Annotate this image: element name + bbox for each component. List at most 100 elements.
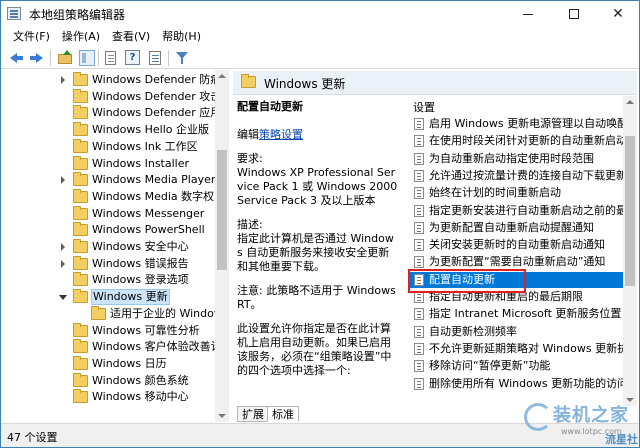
category-title: Windows 更新 bbox=[264, 77, 346, 91]
tree-item-label: Windows Installer bbox=[92, 156, 190, 170]
tree-item-label: Windows Media 数字权限 bbox=[92, 189, 226, 203]
settings-scrollbar[interactable] bbox=[623, 96, 637, 406]
tree-item-label: Windows Defender 应用程序 bbox=[92, 106, 229, 120]
setting-row[interactable]: 允许通过按流量计费的连接自动下载更新 bbox=[409, 168, 623, 184]
watermark-corner: 流星社区 bbox=[605, 433, 638, 446]
chevron-right-icon[interactable] bbox=[61, 76, 65, 84]
tree-item[interactable]: Windows Installer bbox=[1, 155, 215, 172]
minimize-button[interactable] bbox=[505, 1, 551, 27]
maximize-button[interactable] bbox=[551, 1, 597, 27]
tree-item[interactable]: Windows Media Player bbox=[1, 172, 215, 188]
chevron-down-icon[interactable] bbox=[59, 295, 67, 301]
filter-icon[interactable] bbox=[174, 50, 190, 66]
setting-label: 关闭安装更新时的自动重新启动通知 bbox=[429, 238, 605, 252]
menu-action[interactable]: 操作(A) bbox=[56, 27, 106, 47]
highlight-box bbox=[408, 269, 526, 293]
setting-row[interactable]: 为更新配置“需要自动重新启动”通知 bbox=[409, 254, 623, 270]
menu-bar: 文件(F) 操作(A) 查看(V) 帮助(H) bbox=[1, 27, 639, 47]
tree-item-label: Windows Media Player bbox=[92, 173, 216, 187]
setting-row[interactable]: 启用 Windows 更新电源管理以自动唤醒系统 bbox=[409, 116, 623, 132]
tree-item[interactable]: Windows 移动中心 bbox=[1, 389, 215, 405]
tree-item[interactable]: Windows Defender 防病毒 bbox=[1, 72, 228, 88]
watermark: 装机之家 www.lotpc.com 流星社区 bbox=[521, 399, 639, 447]
policy-extra: 此设置允许你指定是否在此计算机上启用自动更新。如果已启用该服务，必须在“组策略设… bbox=[237, 322, 392, 377]
folder-icon bbox=[73, 72, 88, 86]
tree-item[interactable]: Windows 安全中心 bbox=[1, 239, 215, 255]
tab-extended[interactable]: 扩展 bbox=[237, 406, 269, 422]
tree-item[interactable]: Windows 可靠性分析 bbox=[1, 322, 215, 339]
menu-help[interactable]: 帮助(H) bbox=[156, 27, 207, 47]
tree-item[interactable]: Windows 颜色系统 bbox=[1, 372, 215, 389]
setting-row[interactable]: 在使用时段关闭针对更新的自动重新启动 bbox=[409, 133, 623, 149]
tree-item-label: Windows Messenger bbox=[92, 206, 205, 220]
scroll-down-icon[interactable] bbox=[218, 414, 226, 418]
setting-label: 指定 Intranet Microsoft 更新服务位置 bbox=[429, 307, 622, 321]
edit-policy-link[interactable]: 策略设置 bbox=[259, 128, 303, 141]
folder-icon bbox=[91, 305, 106, 320]
help-icon[interactable]: ? bbox=[125, 50, 140, 65]
up-folder-icon[interactable] bbox=[57, 50, 73, 66]
folder-icon bbox=[73, 239, 88, 253]
folder-icon bbox=[73, 255, 88, 270]
folder-icon bbox=[73, 88, 88, 103]
setting-row[interactable]: 始终在计划的时间重新启动 bbox=[409, 185, 623, 201]
tree-item[interactable]: Windows 客户体验改善计划 bbox=[1, 339, 228, 355]
scroll-up-icon[interactable] bbox=[626, 100, 634, 104]
watermark-brand: 装机之家 bbox=[553, 405, 629, 426]
tree-item-label: Windows 移动中心 bbox=[92, 390, 189, 404]
setting-row[interactable]: 移除访问“暂停更新”功能 bbox=[409, 358, 623, 374]
menu-file[interactable]: 文件(F) bbox=[7, 27, 56, 47]
properties-icon[interactable] bbox=[147, 50, 163, 66]
category-header: Windows 更新 bbox=[233, 71, 637, 95]
description-text: 指定此计算机是否通过 Windows 自动更新服务来接收安全更新和其他重要下载。 bbox=[237, 232, 394, 273]
tree-item[interactable]: Windows Ink 工作区 bbox=[1, 138, 215, 155]
back-arrow-icon[interactable] bbox=[9, 50, 25, 66]
tree-scrollbar[interactable] bbox=[215, 70, 229, 422]
setting-row[interactable]: 删除使用所有 Windows 更新功能的访问权限 bbox=[409, 376, 623, 392]
policy-setting-icon bbox=[414, 256, 424, 269]
forward-arrow-icon[interactable] bbox=[28, 50, 44, 66]
tree-item[interactable]: Windows Messenger bbox=[1, 205, 215, 222]
folder-icon bbox=[73, 105, 88, 120]
tree-item[interactable]: Windows Defender 攻击防护 bbox=[1, 88, 228, 105]
title-bar[interactable]: 本地组策略编辑器 ✕ bbox=[1, 1, 639, 27]
tab-standard[interactable]: 标准 bbox=[267, 406, 299, 422]
policy-setting-icon bbox=[414, 342, 424, 355]
chevron-right-icon[interactable] bbox=[61, 259, 65, 268]
tree-item[interactable]: Windows 日历 bbox=[1, 355, 215, 372]
close-button[interactable]: ✕ bbox=[595, 1, 640, 27]
tree-item[interactable]: Windows 登录选项 bbox=[1, 272, 215, 288]
tree-item-label: Windows 客户体验改善计划 bbox=[92, 340, 229, 354]
scroll-thumb[interactable] bbox=[625, 136, 635, 286]
settings-list: 设置 启用 Windows 更新电源管理以自动唤醒系统在使用时段关闭针对更新的自… bbox=[405, 96, 623, 406]
folder-icon bbox=[73, 138, 88, 153]
settings-column-header[interactable]: 设置 bbox=[413, 99, 435, 115]
setting-row[interactable]: 指定更新安装进行自动重新启动之前的最后期限 bbox=[409, 203, 623, 219]
menu-view[interactable]: 查看(V) bbox=[106, 27, 156, 47]
tree-item[interactable]: Windows Defender 应用程序 bbox=[1, 105, 228, 121]
setting-row[interactable]: 自动更新检测频率 bbox=[409, 324, 623, 340]
scroll-thumb[interactable] bbox=[217, 150, 227, 270]
tree-item[interactable]: Windows Media 数字权限 bbox=[1, 188, 225, 205]
folder-icon bbox=[73, 339, 88, 354]
gpedit-app-icon bbox=[7, 7, 21, 20]
export-list-icon[interactable] bbox=[103, 50, 119, 66]
show-hide-tree-icon[interactable] bbox=[79, 50, 95, 66]
chevron-right-icon[interactable] bbox=[61, 176, 65, 185]
tree-item[interactable]: Windows Hello 企业版 bbox=[1, 122, 215, 138]
tree-item[interactable]: 适用于企业的 Windows bbox=[1, 305, 228, 322]
tree-item[interactable]: Windows 更新 bbox=[1, 289, 215, 306]
setting-row[interactable]: 为自动重新启动指定使用时段范围 bbox=[409, 151, 623, 167]
setting-row[interactable]: 为更新配置自动重新启动提醒通知 bbox=[409, 220, 623, 236]
chevron-right-icon[interactable] bbox=[61, 243, 65, 251]
tree-item[interactable]: Windows PowerShell bbox=[1, 222, 215, 238]
toolbar-separator bbox=[50, 50, 51, 66]
setting-row[interactable]: 不允许更新延期策略对 Windows 更新执行扫描 bbox=[409, 341, 623, 357]
scroll-up-icon[interactable] bbox=[218, 74, 226, 78]
policy-setting-icon bbox=[414, 377, 424, 390]
tree-item[interactable]: Windows 错误报告 bbox=[1, 255, 215, 272]
setting-row[interactable]: 关闭安装更新时的自动重新启动通知 bbox=[409, 237, 623, 253]
setting-label: 不允许更新延期策略对 Windows 更新执行扫描 bbox=[429, 341, 623, 355]
setting-row[interactable]: 指定 Intranet Microsoft 更新服务位置 bbox=[409, 306, 623, 322]
policy-tree: Windows Defender 防病毒 Windows Defender 攻击防… bbox=[1, 70, 229, 422]
